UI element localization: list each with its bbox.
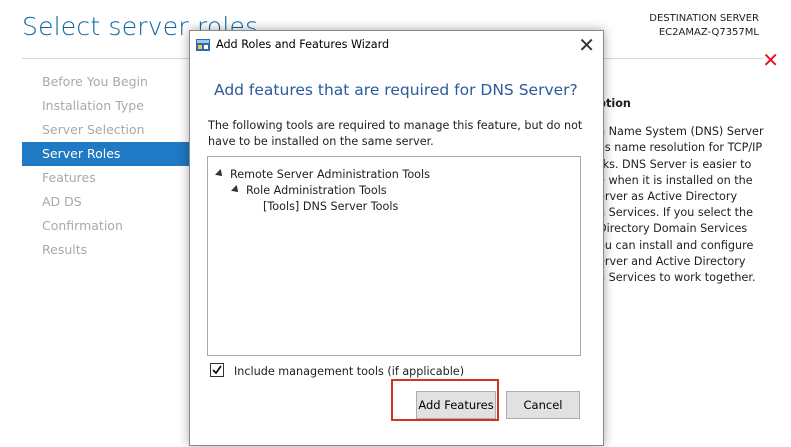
description-line: rks. DNS Server is easier to: [598, 157, 752, 171]
destination-server-name: EC2AMAZ-Q7357ML: [658, 27, 759, 38]
description-line: ou can install and configure: [598, 238, 754, 252]
expand-triangle-icon[interactable]: [231, 185, 241, 195]
expand-triangle-icon[interactable]: [215, 169, 225, 179]
description-line: erver and Active Directory: [598, 254, 746, 268]
cancel-button[interactable]: Cancel: [506, 391, 580, 419]
nav-item-features[interactable]: Features: [22, 166, 192, 190]
server-manager-icon: [196, 39, 210, 51]
wizard-nav: Before You Begin Installation Type Serve…: [22, 70, 192, 262]
dialog-description: The following tools are required to mana…: [208, 119, 583, 148]
include-tools-checkbox[interactable]: [210, 363, 224, 377]
tree-item-label: [Tools] DNS Server Tools: [263, 200, 399, 213]
close-icon[interactable]: ✕: [762, 48, 779, 72]
description-line: Directory Domain Services: [598, 222, 748, 236]
dialog-titlebar[interactable]: Add Roles and Features Wizard ✕: [190, 31, 603, 59]
feature-tree[interactable]: Remote Server Administration Tools Role …: [207, 156, 581, 356]
description-line: n Services to work together.: [598, 271, 756, 285]
tree-item[interactable]: [Tools] DNS Server Tools: [263, 199, 398, 214]
include-tools-label: Include management tools (if applicable): [234, 365, 465, 378]
description-line: es name resolution for TCP/IP: [598, 141, 763, 155]
nav-item-ad-ds[interactable]: AD DS: [22, 190, 192, 214]
nav-item-server-roles[interactable]: Server Roles: [22, 142, 192, 166]
tree-item[interactable]: Remote Server Administration Tools: [215, 167, 430, 182]
description-heading: ption: [598, 97, 631, 110]
dialog-heading: Add features that are required for DNS S…: [214, 81, 578, 99]
tree-item[interactable]: Role Administration Tools: [231, 183, 387, 198]
dialog-close-icon[interactable]: ✕: [578, 33, 595, 57]
tree-item-label: Role Administration Tools: [246, 184, 387, 197]
nav-item-server-selection[interactable]: Server Selection: [22, 118, 192, 142]
description-line: n Services. If you select the: [598, 206, 753, 220]
nav-item-installation-type[interactable]: Installation Type: [22, 94, 192, 118]
description-line: n Name System (DNS) Server: [598, 125, 764, 139]
destination-label: DESTINATION SERVER: [649, 13, 759, 24]
include-tools-row[interactable]: Include management tools (if applicable): [210, 363, 464, 378]
add-features-dialog: Add Roles and Features Wizard ✕ Add feat…: [189, 30, 604, 446]
description-line: erver as Active Directory: [598, 190, 738, 204]
destination-server: DESTINATION SERVER EC2AMAZ-Q7357ML: [649, 12, 759, 40]
description-line: e when it is installed on the: [598, 173, 753, 187]
nav-item-confirmation[interactable]: Confirmation: [22, 214, 192, 238]
tree-item-label: Remote Server Administration Tools: [230, 168, 430, 181]
add-features-button[interactable]: Add Features: [416, 391, 496, 419]
checkmark-icon: [212, 365, 222, 375]
dialog-title: Add Roles and Features Wizard: [216, 38, 390, 51]
nav-item-results[interactable]: Results: [22, 238, 192, 262]
nav-item-before-you-begin[interactable]: Before You Begin: [22, 70, 192, 94]
role-description: ption n Name System (DNS) Server es name…: [598, 96, 778, 286]
